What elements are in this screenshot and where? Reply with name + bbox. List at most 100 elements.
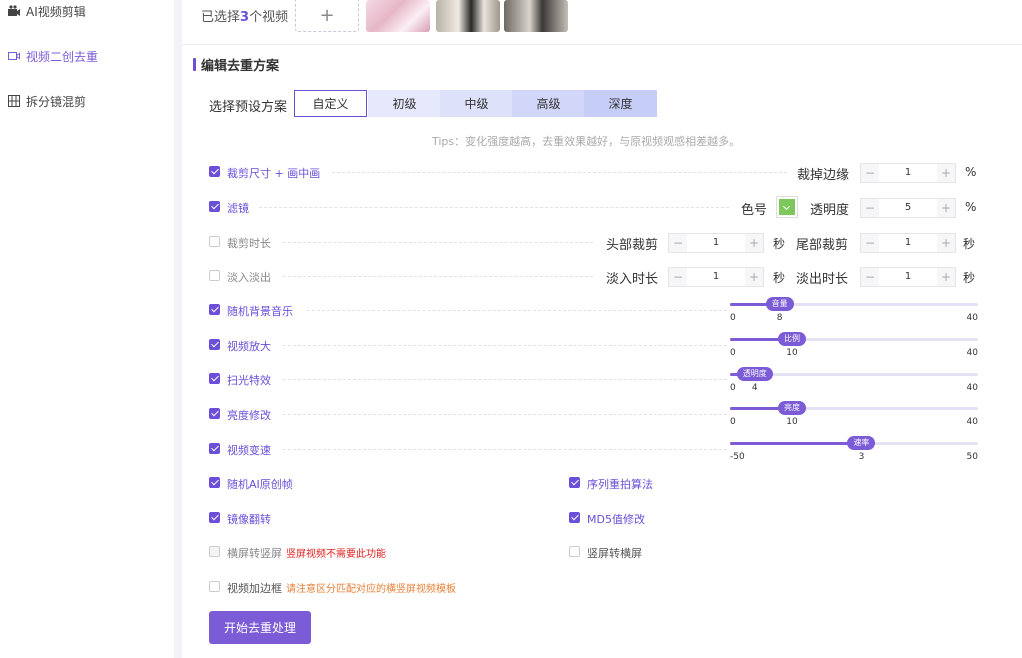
- crop-edge-label: 裁掉边缘: [797, 168, 850, 183]
- speed-label: 视频变速: [227, 444, 271, 457]
- fade-out-unit: 秒: [963, 271, 976, 285]
- crop-size-label: 裁剪尺寸 + 画中画: [227, 167, 321, 180]
- sidebar-item-video-dedup[interactable]: 视频二创去重: [8, 46, 98, 66]
- video-thumbnail[interactable]: [504, 0, 568, 32]
- light-sweep-checkbox[interactable]: [209, 373, 220, 384]
- random-ai-frame-checkbox[interactable]: [209, 477, 220, 488]
- speed-slider-handle[interactable]: 速率: [847, 436, 876, 450]
- dotted-leader: [283, 242, 593, 243]
- start-dedup-button[interactable]: 开始去重处理: [209, 611, 311, 644]
- sidebar-item-split-mix[interactable]: 拆分镜混剪: [8, 91, 86, 111]
- portrait-to-landscape-checkbox[interactable]: [569, 546, 580, 557]
- fade-in-stepper[interactable]: − 1 +: [668, 267, 764, 287]
- fade-out-stepper[interactable]: − 1 +: [860, 267, 956, 287]
- mirror-flip-checkbox[interactable]: [209, 512, 220, 523]
- increment-button[interactable]: +: [937, 268, 955, 286]
- video-thumbnail[interactable]: [436, 0, 500, 32]
- slider-max: 40: [966, 313, 978, 323]
- landscape-to-portrait-checkbox[interactable]: [209, 546, 220, 557]
- zoom-checkbox[interactable]: [209, 339, 220, 350]
- fade-in-label: 淡入时长: [606, 272, 659, 287]
- increment-button[interactable]: +: [937, 164, 955, 182]
- decrement-button[interactable]: −: [861, 268, 879, 286]
- trim-checkbox[interactable]: [209, 236, 220, 247]
- volume-slider[interactable]: 音量 0 8 40: [730, 297, 978, 333]
- fade-in-value[interactable]: 1: [687, 268, 745, 286]
- option-sequence-resample: 序列重拍算法: [569, 475, 929, 493]
- tail-trim-unit: 秒: [963, 237, 976, 251]
- preset-label: 选择预设方案: [209, 100, 288, 115]
- preset-advanced[interactable]: 高级: [512, 90, 585, 117]
- slider-max: 40: [966, 348, 978, 358]
- tail-trim-value[interactable]: 1: [879, 234, 937, 252]
- tips-text: Tips：变化强度越高，去重效果越好，与原视频观感相差越多。: [432, 135, 741, 148]
- video-thumbnail[interactable]: [366, 0, 430, 32]
- slider-track[interactable]: [730, 407, 978, 410]
- sidebar: AI视频剪辑 视频二创去重 拆分镜混剪: [0, 0, 174, 658]
- sidebar-item-label: 视频二创去重: [26, 49, 99, 64]
- md5-modify-label: MD5值修改: [587, 513, 645, 526]
- fade-label: 淡入淡出: [227, 271, 271, 284]
- decrement-button[interactable]: −: [669, 234, 687, 252]
- scale-slider-handle[interactable]: 比例: [778, 332, 806, 346]
- brightness-slider[interactable]: 亮度 0 10 40: [730, 401, 978, 437]
- crop-edge-value[interactable]: 1: [879, 164, 937, 182]
- head-trim-stepper[interactable]: − 1 +: [668, 233, 764, 253]
- row-crop-size: 裁剪尺寸 + 画中画 裁掉边缘 − 1 + %: [209, 163, 979, 183]
- brightness-slider-handle[interactable]: 亮度: [778, 401, 806, 415]
- volume-slider-handle[interactable]: 音量: [765, 297, 794, 311]
- sequence-resample-checkbox[interactable]: [569, 477, 580, 488]
- trim-label: 裁剪时长: [227, 237, 271, 250]
- speed-checkbox[interactable]: [209, 443, 220, 454]
- decrement-button[interactable]: −: [669, 268, 687, 286]
- option-random-ai-frame: 随机AI原创帧: [209, 475, 569, 493]
- increment-button[interactable]: +: [745, 268, 763, 286]
- fade-checkbox[interactable]: [209, 270, 220, 281]
- portrait-to-landscape-label: 竖屏转横屏: [587, 547, 642, 560]
- slider-min: -50: [730, 452, 745, 462]
- filter-checkbox[interactable]: [209, 201, 220, 212]
- add-border-checkbox[interactable]: [209, 581, 220, 592]
- dotted-leader: [283, 449, 727, 450]
- increment-button[interactable]: +: [937, 234, 955, 252]
- sidebar-item-ai-video-edit[interactable]: AI视频剪辑: [8, 1, 86, 21]
- slider-track[interactable]: [730, 338, 978, 341]
- scale-slider[interactable]: 比例 0 10 40: [730, 332, 978, 368]
- brightness-checkbox[interactable]: [209, 408, 220, 419]
- preset-deep[interactable]: 深度: [584, 90, 657, 117]
- transparency-slider-handle[interactable]: 透明度: [736, 367, 773, 381]
- section-title: 编辑去重方案: [193, 55, 279, 74]
- tail-trim-stepper[interactable]: − 1 +: [860, 233, 956, 253]
- opacity-stepper[interactable]: − 5 +: [860, 198, 956, 218]
- opacity-unit: %: [965, 200, 977, 214]
- decrement-button[interactable]: −: [861, 199, 879, 217]
- increment-button[interactable]: +: [745, 234, 763, 252]
- md5-modify-checkbox[interactable]: [569, 512, 580, 523]
- transparency-slider[interactable]: 透明度 0 4 40: [730, 367, 978, 403]
- crop-size-checkbox[interactable]: [209, 166, 220, 177]
- random-ai-frame-label: 随机AI原创帧: [227, 478, 293, 491]
- row-fade: 淡入淡出 淡入时长 − 1 + 秒 淡出时长 − 1 + 秒: [209, 267, 979, 287]
- tail-trim-label: 尾部裁剪: [796, 238, 849, 253]
- opacity-value[interactable]: 5: [879, 199, 937, 217]
- option-portrait-to-landscape: 竖屏转横屏: [569, 544, 929, 562]
- template-note: 请注意区分匹配对应的横竖屏视频模板: [286, 584, 456, 595]
- increment-button[interactable]: +: [937, 199, 955, 217]
- dotted-leader: [283, 379, 727, 380]
- speed-slider[interactable]: 速率 -50 3 50: [730, 436, 978, 472]
- head-trim-unit: 秒: [773, 237, 786, 251]
- dotted-leader: [307, 310, 727, 311]
- decrement-button[interactable]: −: [861, 234, 879, 252]
- color-swatch[interactable]: [776, 196, 798, 218]
- bg-music-checkbox[interactable]: [209, 304, 220, 315]
- warning-note: 竖屏视频不需要此功能: [286, 549, 386, 560]
- slider-min: 0: [730, 313, 736, 323]
- crop-edge-stepper[interactable]: − 1 +: [860, 163, 956, 183]
- add-video-button[interactable]: +: [295, 0, 359, 32]
- preset-medium[interactable]: 中级: [440, 90, 513, 117]
- preset-custom[interactable]: 自定义: [294, 90, 367, 117]
- decrement-button[interactable]: −: [861, 164, 879, 182]
- preset-basic[interactable]: 初级: [368, 90, 441, 117]
- head-trim-value[interactable]: 1: [687, 234, 745, 252]
- fade-out-value[interactable]: 1: [879, 268, 937, 286]
